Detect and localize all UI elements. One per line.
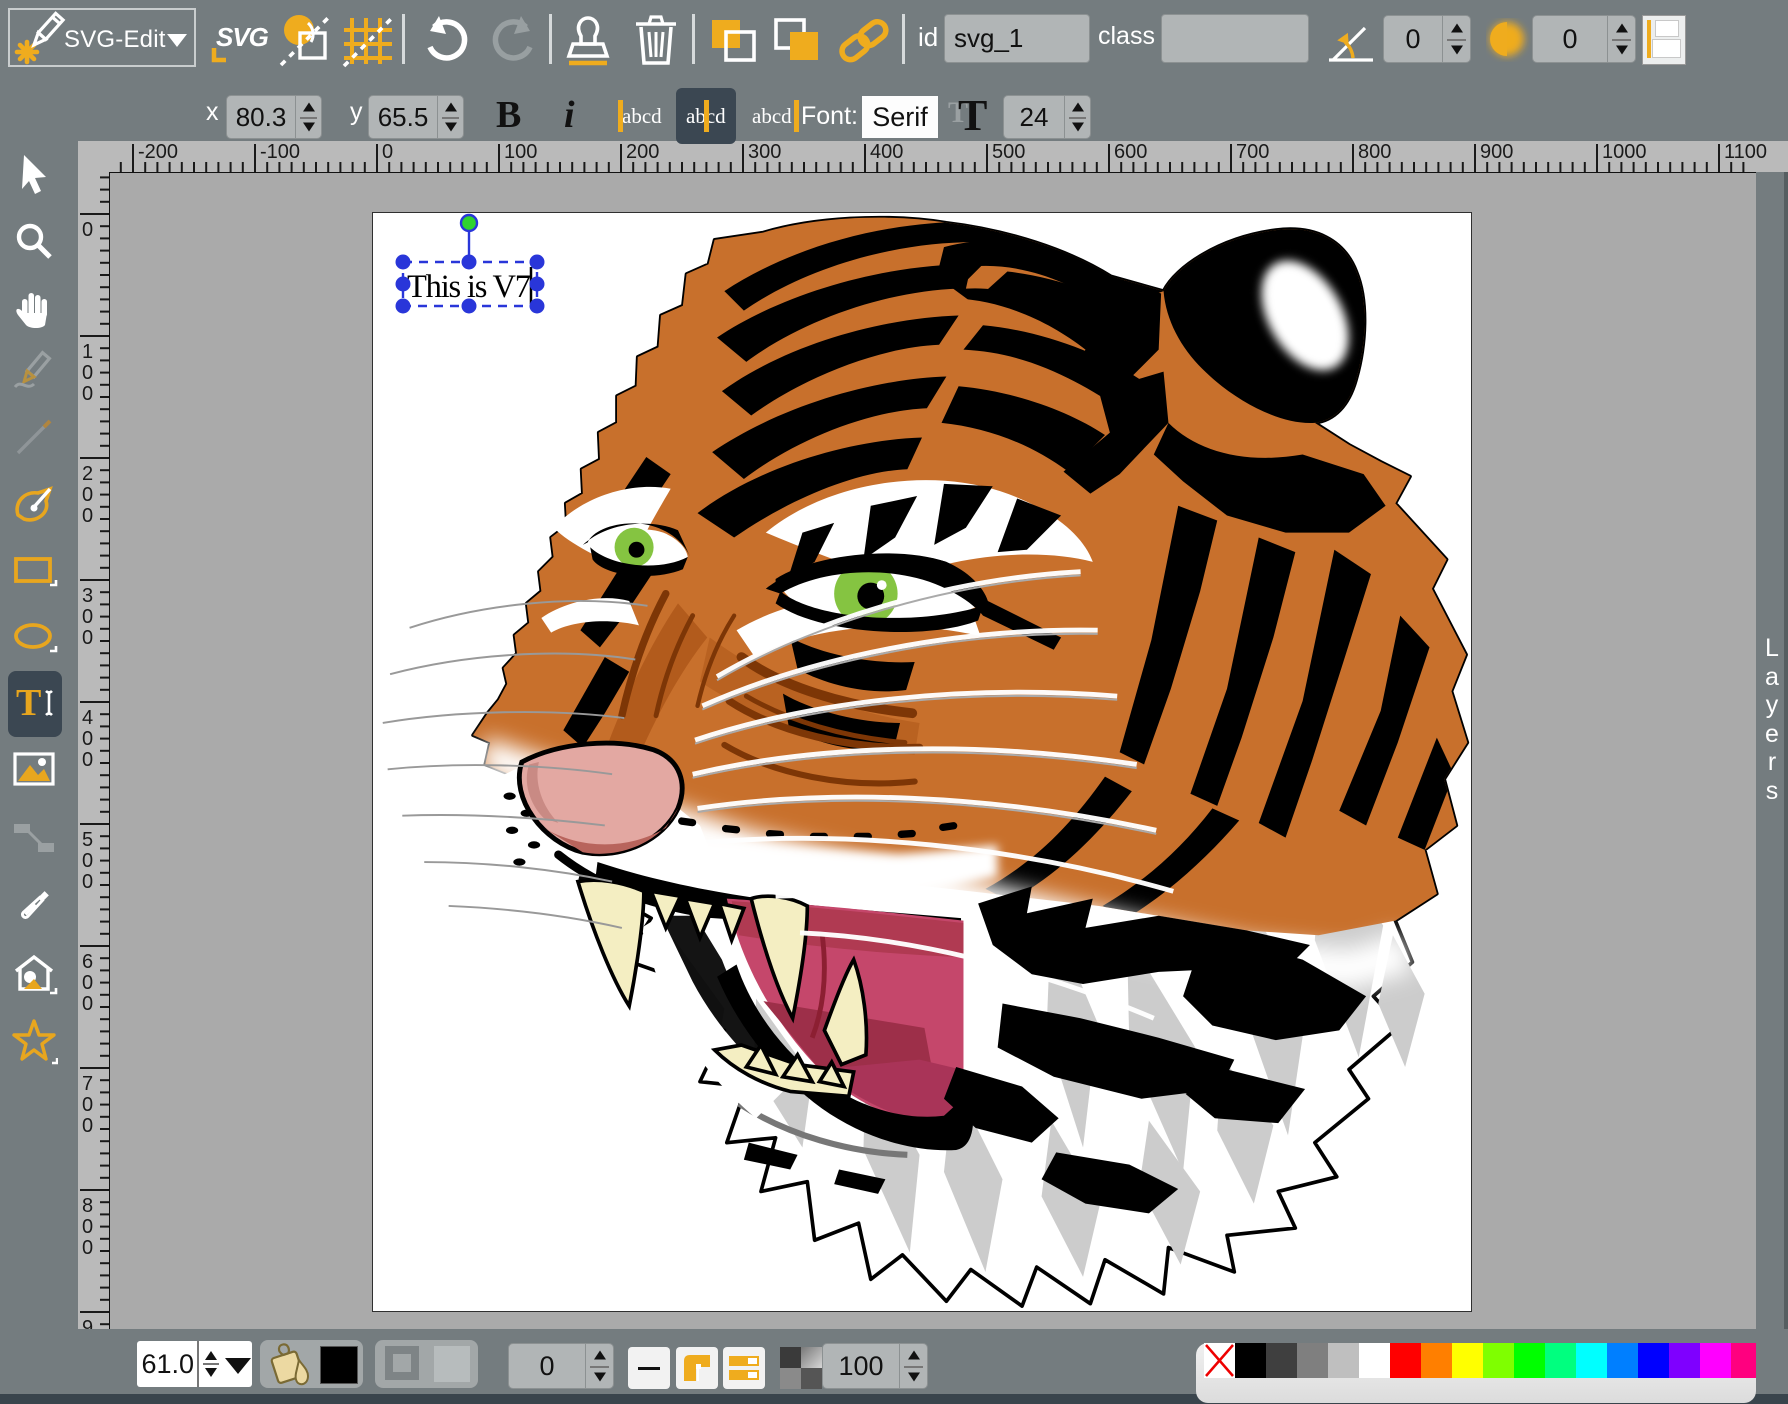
svg-text:0: 0	[82, 219, 93, 241]
svg-text:0: 0	[82, 749, 93, 771]
svg-text:0: 0	[82, 1115, 93, 1137]
svg-text:0: 0	[82, 728, 93, 750]
svg-text:5: 5	[82, 829, 93, 851]
svg-text:1100: 1100	[1724, 141, 1767, 163]
svg-text:0: 0	[82, 627, 93, 649]
svg-text:400: 400	[870, 141, 903, 163]
svg-text:0: 0	[82, 484, 93, 506]
svg-text:0: 0	[82, 1094, 93, 1116]
svg-text:7: 7	[82, 1073, 93, 1095]
svg-text:700: 700	[1236, 141, 1269, 163]
svg-text:2: 2	[82, 463, 93, 485]
svg-text:-100: -100	[260, 141, 300, 163]
svg-text:200: 200	[626, 141, 659, 163]
svg-text:900: 900	[1480, 141, 1513, 163]
svg-text:300: 300	[748, 141, 781, 163]
svg-text:0: 0	[82, 505, 93, 527]
svg-text:0: 0	[82, 850, 93, 872]
svg-text:0: 0	[382, 141, 393, 163]
svg-text:9: 9	[82, 1317, 93, 1329]
svg-text:600: 600	[1114, 141, 1147, 163]
svg-text:500: 500	[992, 141, 1025, 163]
svg-text:4: 4	[82, 707, 93, 729]
svg-text:0: 0	[82, 972, 93, 994]
svg-text:800: 800	[1358, 141, 1391, 163]
svg-text:0: 0	[82, 1216, 93, 1238]
svg-text:-200: -200	[138, 141, 178, 163]
svg-text:100: 100	[504, 141, 537, 163]
svg-text:1: 1	[82, 341, 93, 363]
svg-text:0: 0	[82, 993, 93, 1015]
svg-text:8: 8	[82, 1195, 93, 1217]
svg-text:0: 0	[82, 1237, 93, 1259]
svg-text:6: 6	[82, 951, 93, 973]
svg-text:0: 0	[82, 362, 93, 384]
svg-text:T: T	[16, 682, 41, 724]
svg-text:1000: 1000	[1602, 141, 1647, 163]
svg-text:0: 0	[82, 383, 93, 405]
svg-text:0: 0	[82, 606, 93, 628]
svg-text:3: 3	[82, 585, 93, 607]
svg-text:0: 0	[82, 871, 93, 893]
